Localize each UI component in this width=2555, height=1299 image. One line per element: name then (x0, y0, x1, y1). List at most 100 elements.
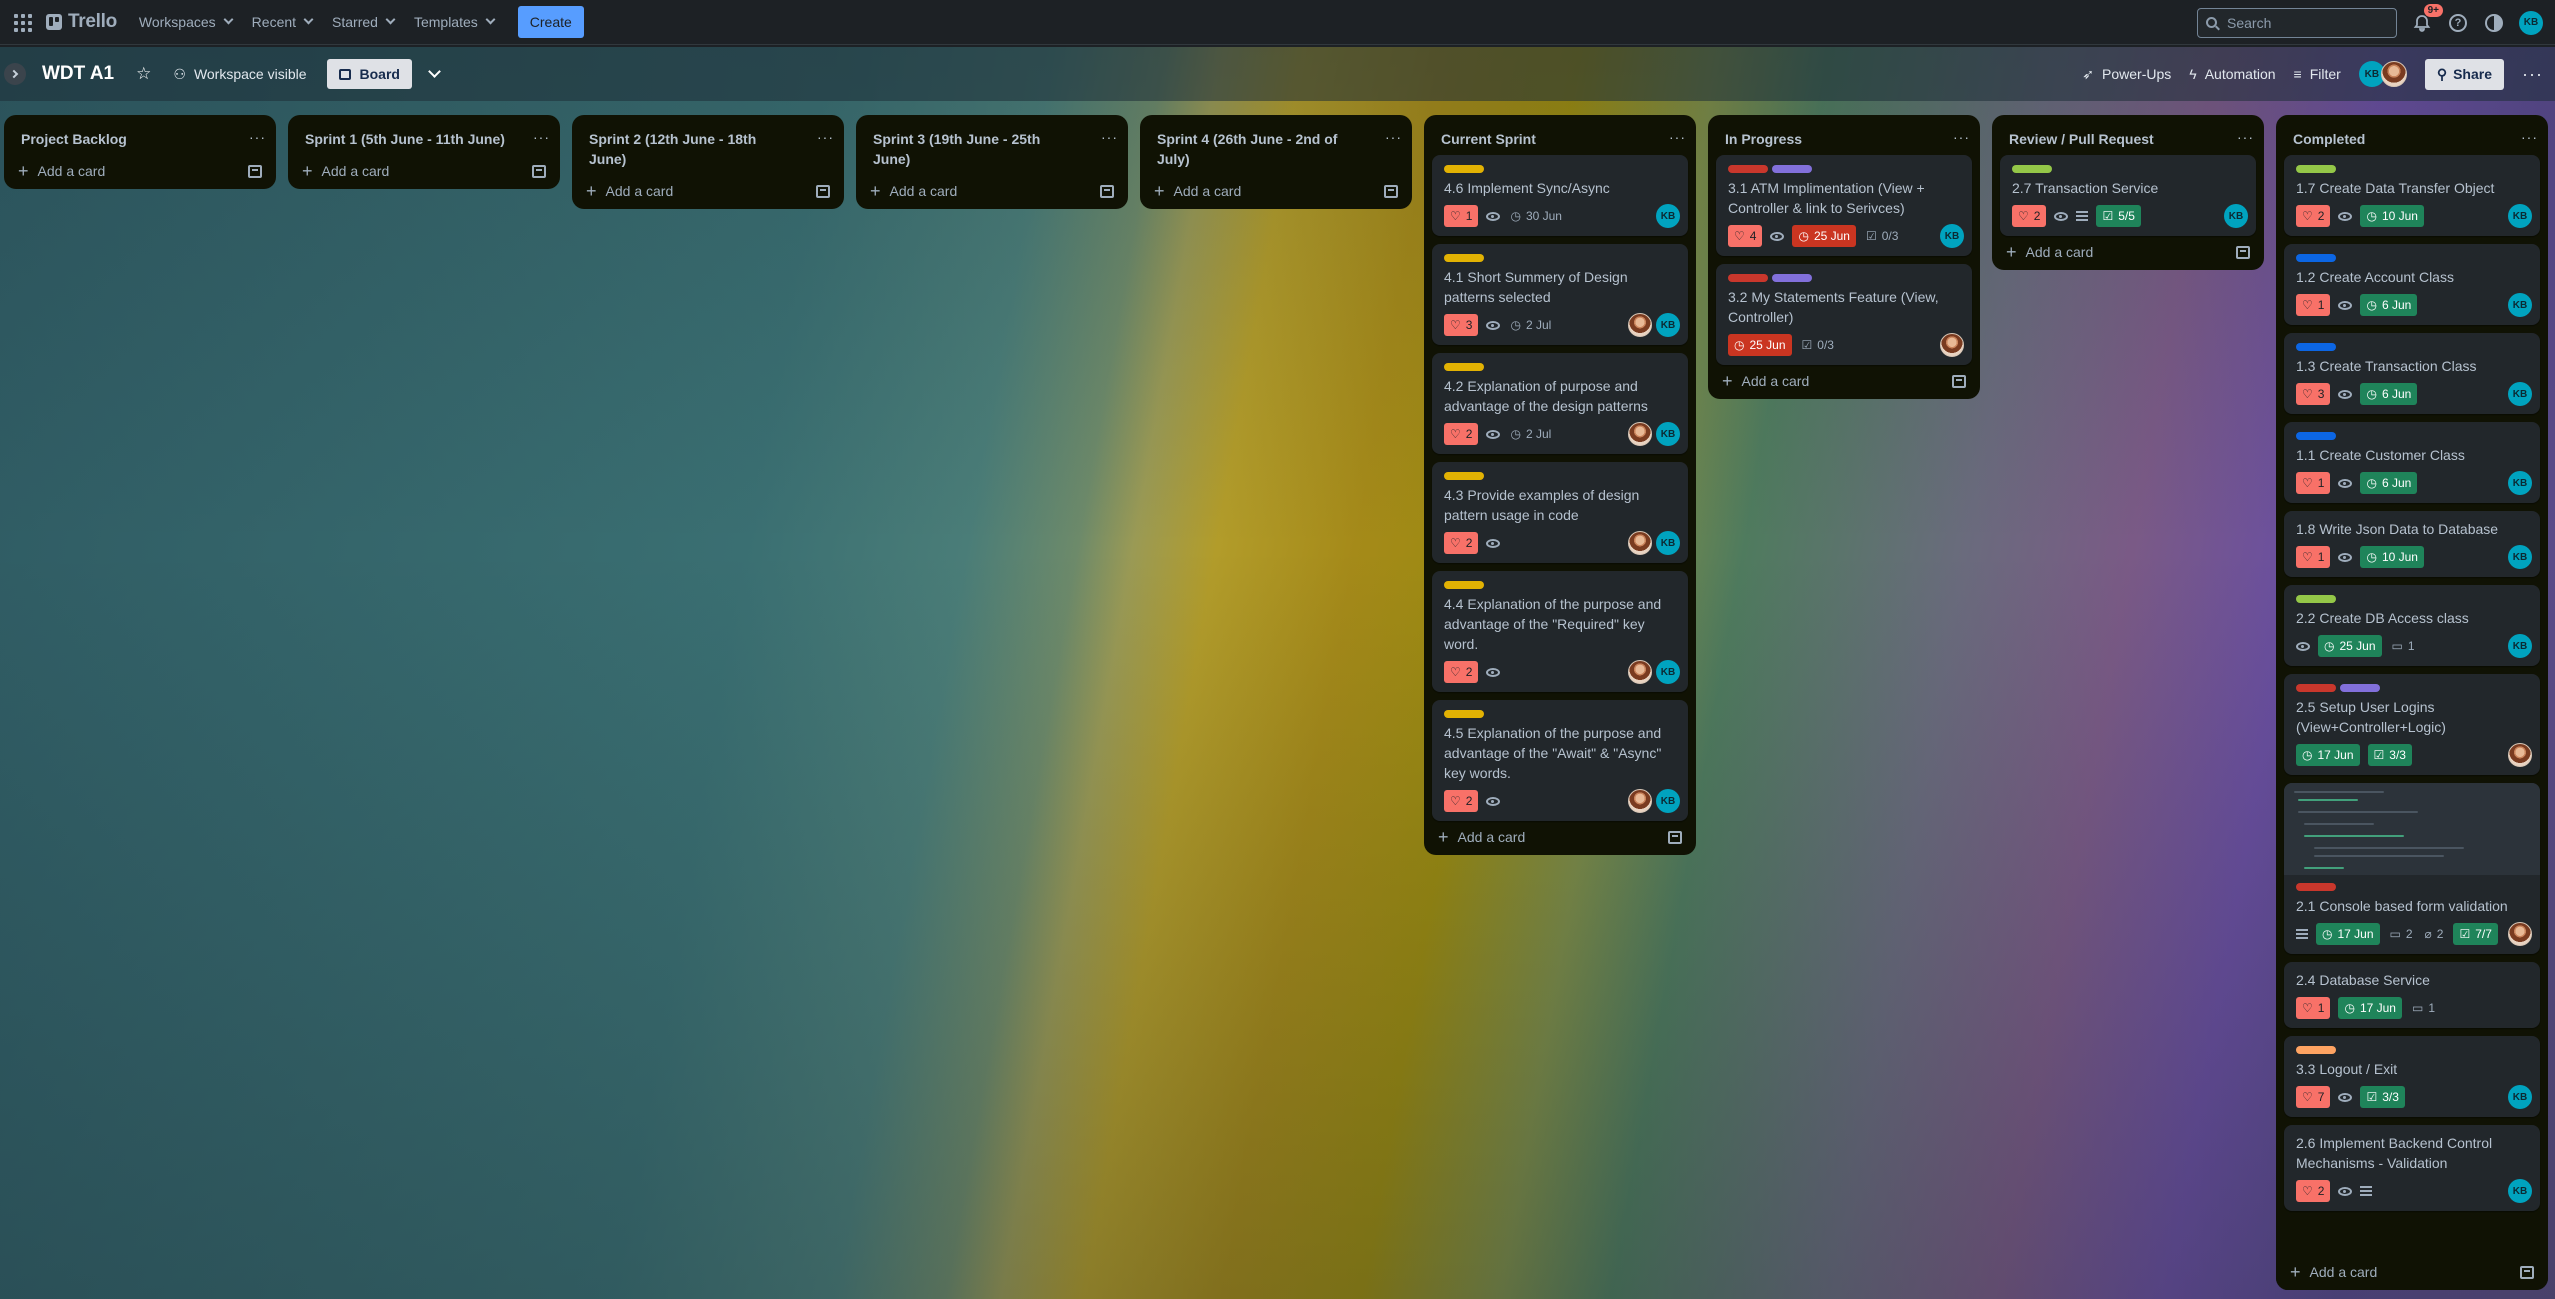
member-avatar[interactable]: KB (2508, 1085, 2532, 1109)
list-title[interactable]: Sprint 3 (19th June - 25th June) (873, 129, 1073, 169)
card-template-icon[interactable] (1952, 374, 1966, 388)
member-avatar[interactable]: KB (1940, 224, 1964, 248)
card-template-icon[interactable] (2520, 1265, 2534, 1279)
member-avatar[interactable]: KB (2508, 634, 2532, 658)
list-title[interactable]: In Progress (1725, 129, 1802, 149)
member-avatar[interactable]: KB (1656, 660, 1680, 684)
power-ups-button[interactable]: ➶ Power-Ups (2082, 66, 2171, 83)
label-orange[interactable] (2296, 1046, 2336, 1054)
add-card-button[interactable]: + Add a card (18, 162, 105, 180)
add-card-button[interactable]: + Add a card (2006, 243, 2093, 261)
card-template-icon[interactable] (1384, 184, 1398, 198)
card-template-icon[interactable] (816, 184, 830, 198)
member-avatar[interactable] (1628, 422, 1652, 446)
add-card-button[interactable]: + Add a card (1722, 372, 1809, 390)
label-red[interactable] (2296, 883, 2336, 891)
list-menu-icon[interactable]: ··· (1953, 129, 1970, 145)
list-title[interactable]: Current Sprint (1441, 129, 1536, 149)
list-menu-icon[interactable]: ··· (533, 129, 550, 145)
card-template-icon[interactable] (1668, 830, 1682, 844)
label-green[interactable] (2296, 165, 2336, 173)
label-red[interactable] (1728, 165, 1768, 173)
board-view-button[interactable]: Board (326, 59, 412, 89)
card-template-icon[interactable] (2236, 245, 2250, 259)
card[interactable]: 4.1 Short Summery of Design patterns sel… (1432, 244, 1688, 345)
member-avatar[interactable]: KB (2508, 382, 2532, 406)
label-yellow[interactable] (1444, 363, 1484, 371)
list-title[interactable]: Project Backlog (21, 129, 127, 149)
card[interactable]: 3.2 My Statements Feature (View, Control… (1716, 264, 1972, 365)
account-avatar[interactable]: KB (2519, 10, 2543, 35)
board-members[interactable]: KB (2358, 61, 2407, 87)
list-title[interactable]: Sprint 4 (26th June - 2nd of July) (1157, 129, 1357, 169)
member-avatar[interactable]: KB (1656, 789, 1680, 813)
card[interactable]: 3.3 Logout / Exit ♡ 7 ☑ 3/3 KB (2284, 1036, 2540, 1117)
card-template-icon[interactable] (1100, 184, 1114, 198)
card[interactable]: 4.6 Implement Sync/Async ♡ 1 ◷ 30 Jun KB (1432, 155, 1688, 236)
label-purple[interactable] (1772, 165, 1812, 173)
member-avatar[interactable] (1628, 789, 1652, 813)
label-blue[interactable] (2296, 254, 2336, 262)
member-avatar[interactable]: KB (2224, 204, 2248, 228)
search-input[interactable]: Search (2197, 7, 2397, 38)
member-avatar[interactable] (2508, 922, 2532, 946)
member-avatar[interactable]: KB (1656, 422, 1680, 446)
views-dropdown-icon[interactable] (428, 65, 441, 78)
label-blue[interactable] (2296, 432, 2336, 440)
member-avatar[interactable]: KB (1656, 313, 1680, 337)
card[interactable]: 1.1 Create Customer Class ♡ 1 ◷ 6 Jun KB (2284, 422, 2540, 503)
member-avatar[interactable]: KB (1656, 204, 1680, 228)
member-avatar[interactable]: KB (2508, 471, 2532, 495)
card[interactable]: 2.5 Setup User Logins (View+Controller+L… (2284, 674, 2540, 775)
add-card-button[interactable]: + Add a card (586, 182, 673, 200)
label-red[interactable] (2296, 684, 2336, 692)
list-menu-icon[interactable]: ··· (817, 129, 834, 145)
list-menu-icon[interactable]: ··· (1385, 129, 1402, 145)
add-card-button[interactable]: + Add a card (302, 162, 389, 180)
label-red[interactable] (1728, 274, 1768, 282)
member-avatar[interactable]: KB (2508, 1179, 2532, 1203)
list-title[interactable]: Sprint 1 (5th June - 11th June) (305, 129, 505, 149)
app-switcher-icon[interactable] (12, 12, 32, 32)
create-button[interactable]: Create (517, 6, 584, 38)
label-yellow[interactable] (1444, 165, 1484, 173)
card[interactable]: 2.4 Database Service ♡ 1 ◷ 17 Jun ▭ 1 (2284, 962, 2540, 1028)
card[interactable]: 3.1 ATM Implimentation (View + Controlle… (1716, 155, 1972, 256)
list-title[interactable]: Review / Pull Request (2009, 129, 2154, 149)
member-avatar[interactable]: KB (2508, 204, 2532, 228)
label-green[interactable] (2012, 165, 2052, 173)
member-avatar[interactable]: KB (2508, 545, 2532, 569)
member-avatar[interactable]: KB (2508, 293, 2532, 317)
theme-toggle-button[interactable] (2483, 12, 2505, 34)
add-card-button[interactable]: + Add a card (870, 182, 957, 200)
add-card-button[interactable]: + Add a card (1438, 828, 1525, 846)
card[interactable]: 4.5 Explanation of the purpose and advan… (1432, 700, 1688, 821)
member-avatar[interactable] (1628, 660, 1652, 684)
starred-menu[interactable]: Starred (332, 14, 396, 30)
card[interactable]: 4.2 Explanation of purpose and advantage… (1432, 353, 1688, 454)
member-avatar[interactable] (2508, 743, 2532, 767)
add-card-button[interactable]: + Add a card (2290, 1263, 2377, 1281)
card[interactable]: 1.8 Write Json Data to Database ♡ 1 ◷ 10 Jun… (2284, 511, 2540, 577)
card[interactable]: 2.6 Implement Backend Control Mechanisms… (2284, 1125, 2540, 1211)
card[interactable]: 4.4 Explanation of the purpose and advan… (1432, 571, 1688, 692)
label-green[interactable] (2296, 595, 2336, 603)
card-template-icon[interactable] (532, 164, 546, 178)
board-title[interactable]: WDT A1 (42, 63, 114, 85)
card-template-icon[interactable] (248, 164, 262, 178)
card[interactable]: 2.2 Create DB Access class ◷ 25 Jun ▭ 1 KB (2284, 585, 2540, 666)
card[interactable]: 4.3 Provide examples of design pattern u… (1432, 462, 1688, 563)
add-card-button[interactable]: + Add a card (1154, 182, 1241, 200)
card[interactable]: 1.3 Create Transaction Class ♡ 3 ◷ 6 Jun KB (2284, 333, 2540, 414)
help-button[interactable]: ? (2447, 12, 2469, 34)
list-menu-icon[interactable]: ··· (2237, 129, 2254, 145)
member-avatar[interactable] (1628, 313, 1652, 337)
templates-menu[interactable]: Templates (414, 14, 496, 30)
card[interactable]: 1.7 Create Data Transfer Object ♡ 2 ◷ 10 Jun… (2284, 155, 2540, 236)
card[interactable]: 2.7 Transaction Service ♡ 2 ☑ 5/5 KB (2000, 155, 2256, 236)
label-yellow[interactable] (1444, 254, 1484, 262)
workspaces-menu[interactable]: Workspaces (139, 14, 234, 30)
label-purple[interactable] (2340, 684, 2380, 692)
trello-logo[interactable]: Trello (46, 11, 117, 33)
list-menu-icon[interactable]: ··· (1101, 129, 1118, 145)
